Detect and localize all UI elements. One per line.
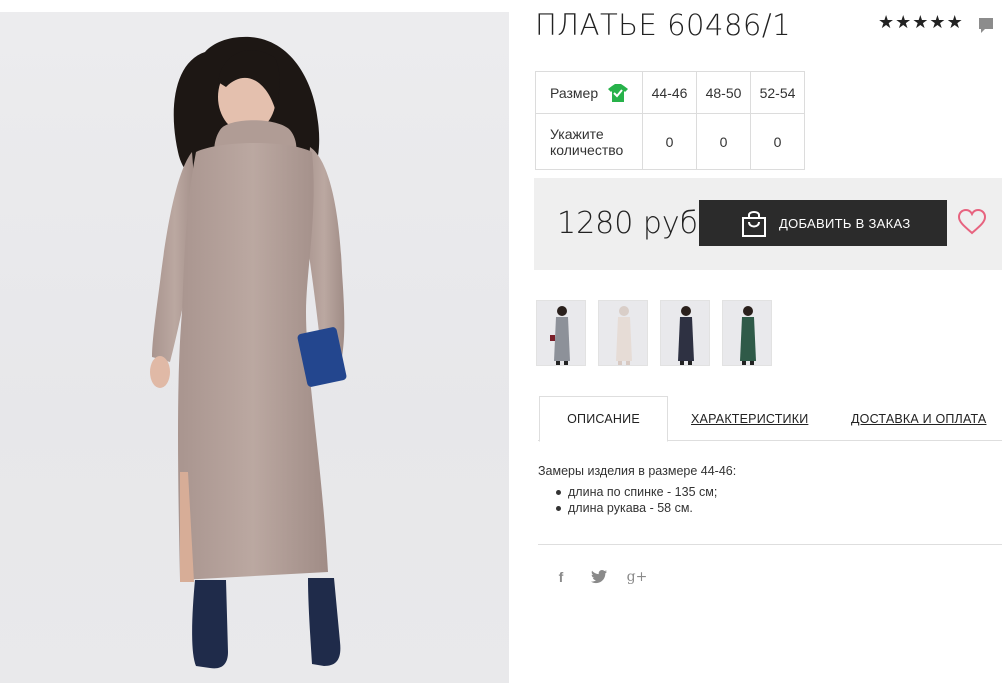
price: 1280 руб: [557, 206, 699, 241]
heart-icon[interactable]: [958, 209, 986, 235]
size-chart-icon[interactable]: [608, 83, 629, 102]
shopping-bag-icon: [742, 211, 766, 237]
tab-characteristics[interactable]: ХАРАКТЕРИСТИКИ: [691, 396, 808, 441]
comment-icon[interactable]: [978, 17, 994, 35]
product-main-photo[interactable]: [0, 12, 509, 683]
star-icon[interactable]: ★: [947, 14, 963, 32]
star-icon[interactable]: ★: [912, 14, 928, 32]
facebook-icon[interactable]: f: [552, 568, 570, 586]
list-item: длина по спинке - 135 см;: [554, 484, 736, 500]
star-icon[interactable]: ★: [929, 14, 945, 32]
thumb-grey[interactable]: [536, 300, 586, 366]
size-table: Размер 44-46 48-50 52-54 Укажите количес…: [535, 71, 805, 170]
tab-delivery-payment[interactable]: ДОСТАВКА И ОПЛАТА: [851, 396, 986, 441]
list-item: длина рукава - 58 см.: [554, 500, 736, 516]
qty-input[interactable]: 0: [750, 113, 805, 170]
description-intro: Замеры изделия в размере 44-46:: [538, 464, 737, 478]
size-header-cell: Размер: [535, 71, 643, 114]
tab-description[interactable]: ОПИСАНИЕ: [539, 396, 668, 442]
price-bar: 1280 руб ДОБАВИТЬ В ЗАКАЗ: [534, 178, 1002, 270]
thumb-beige[interactable]: [598, 300, 648, 366]
size-option: 48-50: [696, 71, 751, 114]
size-label: Размер: [550, 84, 599, 101]
star-icon[interactable]: ★: [895, 14, 911, 32]
description-list: длина по спинке - 135 см; длина рукава -…: [554, 484, 736, 516]
divider: [538, 544, 1002, 545]
rating-stars[interactable]: ★ ★ ★ ★ ★: [878, 14, 963, 32]
product-description: Замеры изделия в размере 44-46: длина по…: [538, 464, 736, 516]
qty-header-cell: Укажите количество: [535, 113, 643, 170]
thumb-green[interactable]: [722, 300, 772, 366]
qty-label-line2: количество: [550, 141, 624, 158]
google-plus-icon[interactable]: g+: [627, 568, 648, 586]
product-title: ПЛАТЬЕ 60486/1: [535, 8, 792, 42]
product-tabs: ОПИСАНИЕ ХАРАКТЕРИСТИКИ ДОСТАВКА И ОПЛАТ…: [538, 396, 1002, 442]
qty-input[interactable]: 0: [642, 113, 697, 170]
star-icon[interactable]: ★: [878, 14, 894, 32]
model-photo-illustration: [150, 36, 347, 669]
thumb-navy[interactable]: [660, 300, 710, 366]
social-share: f g+: [552, 568, 648, 586]
color-thumbnails: [536, 300, 772, 366]
size-option: 52-54: [750, 71, 805, 114]
add-to-order-label: ДОБАВИТЬ В ЗАКАЗ: [779, 215, 911, 231]
add-to-order-button[interactable]: ДОБАВИТЬ В ЗАКАЗ: [699, 200, 947, 246]
size-option: 44-46: [642, 71, 697, 114]
qty-input[interactable]: 0: [696, 113, 751, 170]
twitter-icon[interactable]: [590, 568, 608, 586]
qty-label-line1: Укажите: [550, 125, 604, 142]
